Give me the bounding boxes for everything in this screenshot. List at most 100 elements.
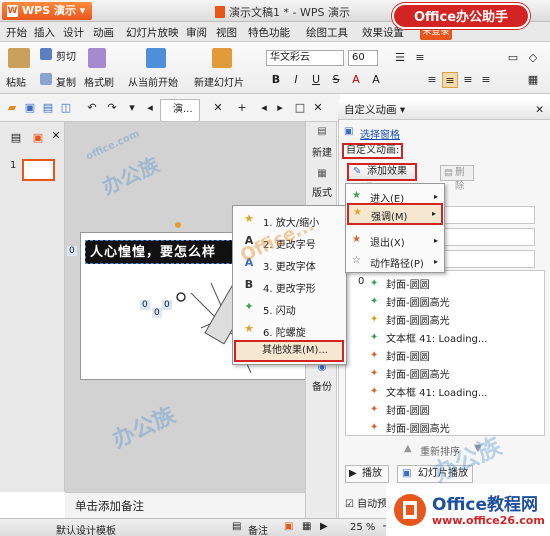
normal-view-icon[interactable]: ▣: [284, 521, 293, 532]
list-item[interactable]: 封面-圆圆高光: [386, 366, 450, 381]
copy-button[interactable]: 复制: [56, 74, 76, 89]
menu-drawing-tools[interactable]: 绘图工具: [306, 25, 348, 40]
menu-item[interactable]: 3. 更改字体: [263, 258, 316, 273]
close-panel-icon[interactable]: ✕: [48, 128, 64, 144]
chevron-down-icon[interactable]: ▾: [124, 100, 140, 116]
menu-view[interactable]: 视图: [216, 25, 237, 40]
align-left-icon[interactable]: ≡: [424, 72, 440, 88]
notes-pane[interactable]: 单击添加备注: [65, 492, 305, 518]
arrange-icon[interactable]: ▦: [525, 72, 541, 88]
list-item[interactable]: 封面-圆圆高光: [386, 312, 450, 327]
list-item[interactable]: 封面-圆圆高光: [386, 294, 450, 309]
add-tab-icon[interactable]: +: [234, 100, 250, 116]
new-slide-button[interactable]: 新建幻灯片: [194, 74, 244, 89]
flicker-effect-icon: ✦: [244, 300, 254, 313]
close-pane-icon[interactable]: ✕: [535, 100, 544, 120]
office-logo-icon: [394, 494, 426, 526]
slideshow-view-icon[interactable]: ▶: [320, 521, 328, 532]
slideshow-button[interactable]: ▣ 幻灯片播放: [397, 465, 473, 483]
document-tab[interactable]: 演...: [160, 99, 200, 121]
close-window-icon[interactable]: ✕: [310, 100, 326, 116]
star-icon: ✦: [370, 278, 379, 289]
paste-button[interactable]: 粘贴: [6, 74, 26, 89]
font-color-icon[interactable]: A: [348, 72, 364, 88]
app-menu-button[interactable]: W WPS 演示 ▾: [2, 2, 92, 20]
play-from-current-icon: [146, 48, 166, 68]
align-right-icon[interactable]: ≡: [460, 72, 476, 88]
menu-item[interactable]: 2. 更改字号: [263, 236, 316, 251]
numbering-icon[interactable]: ≡: [412, 50, 428, 66]
italic-button[interactable]: I: [288, 72, 304, 88]
shapes-icon[interactable]: ◇: [525, 50, 541, 66]
menu-item-motion-path[interactable]: 动作路径(P): [370, 255, 424, 270]
menu-special[interactable]: 特色功能: [248, 25, 290, 40]
sorter-view-icon[interactable]: ▦: [302, 521, 311, 532]
redo-icon[interactable]: ↷: [104, 100, 120, 116]
side-backup-button[interactable]: 备份: [306, 378, 338, 393]
print-icon[interactable]: ▤: [40, 100, 56, 116]
nav-left-icon[interactable]: ◂: [142, 100, 158, 116]
scroll-left-icon[interactable]: ◂: [256, 100, 272, 116]
select-pane-link[interactable]: 选择窗格: [360, 126, 400, 141]
from-current-button[interactable]: 从当前开始: [128, 74, 178, 89]
add-effect-button[interactable]: ✎ 添加效果 ▾: [347, 163, 417, 191]
list-item[interactable]: 封面-圆圆: [386, 276, 430, 291]
menu-item[interactable]: 1. 放大/缩小: [263, 214, 319, 229]
bold-button[interactable]: B: [268, 72, 284, 88]
list-item[interactable]: 封面-圆圆: [386, 348, 430, 363]
menu-item-exit[interactable]: 退出(X): [370, 234, 405, 249]
menu-item[interactable]: 5. 闪动: [263, 302, 296, 317]
save-icon[interactable]: ▣: [22, 100, 38, 116]
side-layout-button[interactable]: 版式: [306, 184, 338, 199]
side-new-button[interactable]: 新建: [306, 144, 338, 159]
strikethrough-button[interactable]: S: [328, 72, 344, 88]
menu-item[interactable]: 4. 更改字形: [263, 280, 316, 295]
font-size-select[interactable]: 60: [348, 50, 378, 66]
move-up-icon[interactable]: ▲: [404, 443, 412, 454]
undo-icon[interactable]: ↶: [84, 100, 100, 116]
align-center-icon[interactable]: ≡: [442, 72, 458, 88]
justify-icon[interactable]: ≡: [478, 72, 494, 88]
bullets-icon[interactable]: ☰: [392, 50, 408, 66]
notes-toggle-icon[interactable]: ▤: [232, 521, 241, 532]
menu-start[interactable]: 开始: [6, 25, 27, 40]
rotation-handle[interactable]: [175, 222, 181, 228]
cut-button[interactable]: 剪切: [56, 48, 76, 63]
scroll-right-icon[interactable]: ▸: [272, 100, 288, 116]
underline-button[interactable]: U: [308, 72, 324, 88]
star-icon: ✦: [370, 368, 379, 379]
font-name-select[interactable]: 华文彩云: [266, 50, 344, 66]
notes-toggle[interactable]: 备注: [248, 522, 268, 536]
paste-icon: [8, 48, 30, 68]
menu-insert[interactable]: 插入: [34, 25, 55, 40]
slides-view-icon[interactable]: ▣: [30, 130, 46, 146]
close-tab-icon[interactable]: ✕: [210, 100, 226, 116]
maximize-icon[interactable]: □: [292, 100, 308, 116]
list-item[interactable]: 封面-圆圆: [386, 402, 430, 417]
move-down-icon[interactable]: ▼: [474, 443, 482, 454]
menu-slideshow[interactable]: 幻灯片放映: [126, 25, 179, 40]
open-folder-icon[interactable]: ▰: [4, 100, 20, 116]
menu-design[interactable]: 设计: [63, 25, 84, 40]
list-item[interactable]: 文本框 41: Loading...: [386, 330, 487, 345]
menu-animation[interactable]: 动画: [93, 25, 114, 40]
menu-item[interactable]: 6. 陀螺旋: [263, 324, 306, 339]
chevron-right-icon: ▸: [433, 192, 438, 201]
format-painter-button[interactable]: 格式刷: [84, 74, 114, 89]
text-shadow-icon[interactable]: A: [368, 72, 384, 88]
print-preview-icon[interactable]: ◫: [58, 100, 74, 116]
menu-item-emphasis[interactable]: ★ 强调(M) ▸: [347, 203, 443, 225]
play-button[interactable]: ▶ 播放: [345, 465, 389, 483]
text-box-icon[interactable]: ▭: [505, 50, 521, 66]
outline-view-icon[interactable]: ▤: [8, 130, 24, 146]
list-item[interactable]: 封面-圆圆高光: [386, 420, 450, 435]
task-icon[interactable]: ▤: [306, 126, 338, 142]
more-effects-menu-item[interactable]: 其他效果(M)...: [234, 340, 344, 362]
chevron-right-icon: ▸: [433, 257, 438, 266]
slide-thumbnail[interactable]: [22, 159, 55, 181]
layout-icon[interactable]: ▦: [306, 168, 338, 179]
list-item[interactable]: 文本框 41: Loading...: [386, 384, 487, 399]
delete-button[interactable]: ▤ 删除: [440, 165, 474, 192]
menu-review[interactable]: 审阅: [186, 25, 207, 40]
select-pane-icon: ▣: [344, 126, 354, 137]
